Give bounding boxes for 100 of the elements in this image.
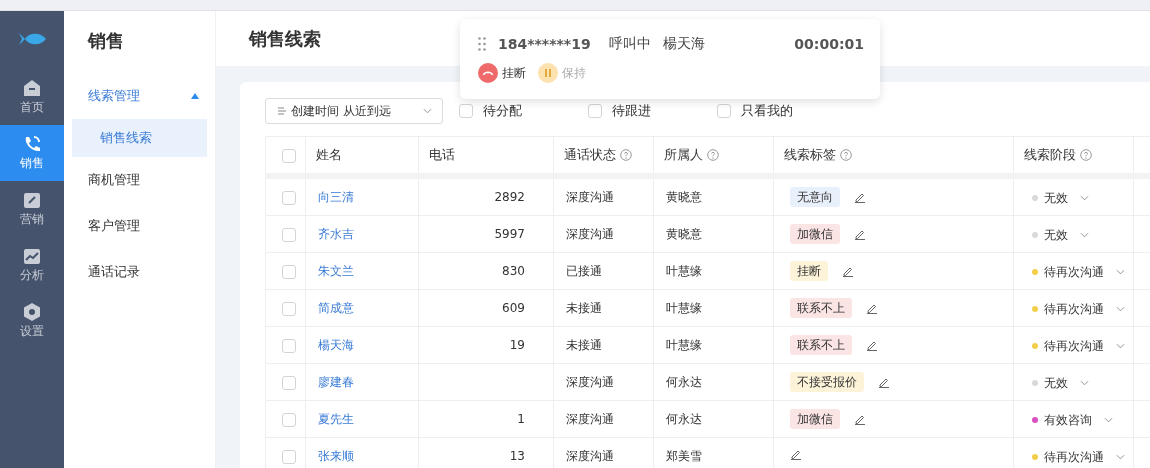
lead-name-link[interactable]: 齐水吉 [318,227,354,241]
owner-name: 叶慧缘 [666,338,702,352]
nav-rail-item[interactable]: 分析 [0,237,64,293]
filter-label: 只看我的 [741,102,793,120]
checkbox[interactable] [282,227,296,242]
help-icon [840,149,852,161]
owner-name: 黄晓意 [666,227,702,241]
column-header: 通话状态 [564,147,616,163]
chevron-down-icon [1116,342,1125,349]
home-icon [22,78,42,98]
help-icon [1080,149,1092,161]
call-status: 已接通 [566,264,602,278]
phone-number: 13 [509,449,525,463]
edit-icon[interactable] [866,302,878,314]
subnav-item[interactable]: 商机管理 [72,157,207,203]
lead-name-link[interactable]: 张来顺 [318,449,354,463]
phone-number: 830 [502,264,525,278]
lead-tag: 不接受报价 [790,372,864,392]
checkbox[interactable] [459,104,473,118]
edit-icon[interactable] [854,191,866,203]
checkbox[interactable] [282,375,296,390]
help-icon [707,149,719,161]
checkbox[interactable] [282,301,296,316]
sort-icon [278,107,288,115]
edit-icon[interactable] [842,265,854,277]
checkbox[interactable] [282,412,296,427]
drag-handle-icon[interactable] [478,37,486,51]
checkbox[interactable] [717,104,731,118]
nav-rail-item[interactable]: 销售 [0,125,64,181]
lead-tag: 无意向 [790,187,840,207]
lead-name-link[interactable]: 朱文兰 [318,264,354,278]
subnav-item[interactable]: 通话记录 [72,249,207,295]
lead-name-link[interactable]: 廖建春 [318,375,354,389]
page-title: 销售线索 [249,26,321,51]
chevron-down-icon [1116,268,1125,275]
checkbox[interactable] [282,338,296,353]
chevron-down-icon [1080,379,1089,386]
column-header: 线索阶段 [1024,147,1076,163]
phone-number: 19 [509,338,525,352]
owner-name: 叶慧缘 [666,301,702,315]
chevron-down-icon [423,108,432,114]
lead-tag: 加微信 [790,224,840,244]
subnav-item[interactable]: 销售线索 [72,119,207,157]
sort-select[interactable]: 创建时间 从近到远 [265,98,443,124]
filter-label: 待跟进 [612,102,651,120]
pencil-icon [22,190,42,210]
nav-rail-item[interactable]: 营销 [0,181,64,237]
column-header: 电话 [429,147,455,163]
checkbox[interactable] [282,148,296,163]
owner-name: 叶慧缘 [666,264,702,278]
phone-number: 184******19 [498,36,591,52]
column-header: 线索标签 [784,147,836,163]
edit-icon[interactable] [854,413,866,425]
lead-name-link[interactable]: 简成意 [318,301,354,315]
nav-rail-item[interactable]: 设置 [0,293,64,349]
checkbox[interactable] [282,449,296,464]
call-status: 深度沟通 [566,449,614,463]
call-status: 深度沟通 [566,227,614,241]
settings-icon [22,302,42,322]
chevron-down-icon [1080,231,1089,238]
call-action-button[interactable]: 挂断 [478,63,526,83]
owner-name: 何永达 [666,412,702,426]
chevron-down-icon [1116,305,1125,312]
column-header: 姓名 [316,147,342,163]
call-status: 深度沟通 [566,375,614,389]
edit-icon[interactable] [854,228,866,240]
checkbox[interactable] [282,264,296,279]
chart-icon [22,246,42,266]
checkbox[interactable] [282,190,296,205]
edit-icon[interactable] [790,448,802,460]
edit-icon[interactable] [866,339,878,351]
chevron-down-icon [1116,453,1125,460]
section-title: 销售 [86,29,125,53]
help-icon [620,149,632,161]
phone-number: 609 [502,301,525,315]
lead-tag: 联系不上 [790,335,852,355]
edit-icon[interactable] [878,376,890,388]
column-header: 所属人 [664,147,703,163]
phone-number: 1 [517,412,525,426]
call-status: 深度沟通 [566,412,614,426]
call-timer: 00:00:01 [794,36,864,52]
call-status: 呼叫中 [608,35,651,53]
chevron-down-icon [1104,416,1113,423]
call-status: 深度沟通 [566,190,614,204]
owner-name: 何永达 [666,375,702,389]
call-status: 未接通 [566,301,602,315]
checkbox[interactable] [588,104,602,118]
owner-name: 郑美雪 [666,449,702,463]
nav-rail-item[interactable]: 首页 [0,69,64,125]
subnav-item[interactable]: 线索管理 [72,73,207,119]
caller-name: 楊天海 [662,35,705,53]
lead-name-link[interactable]: 向三清 [318,190,354,204]
call-status: 未接通 [566,338,602,352]
lead-tag: 挂断 [790,261,828,281]
filter-label: 待分配 [483,102,522,120]
lead-name-link[interactable]: 夏先生 [318,412,354,426]
lead-tag: 加微信 [790,409,840,429]
lead-name-link[interactable]: 楊天海 [318,338,354,352]
chevron-down-icon [1080,194,1089,201]
subnav-item[interactable]: 客户管理 [72,203,207,249]
